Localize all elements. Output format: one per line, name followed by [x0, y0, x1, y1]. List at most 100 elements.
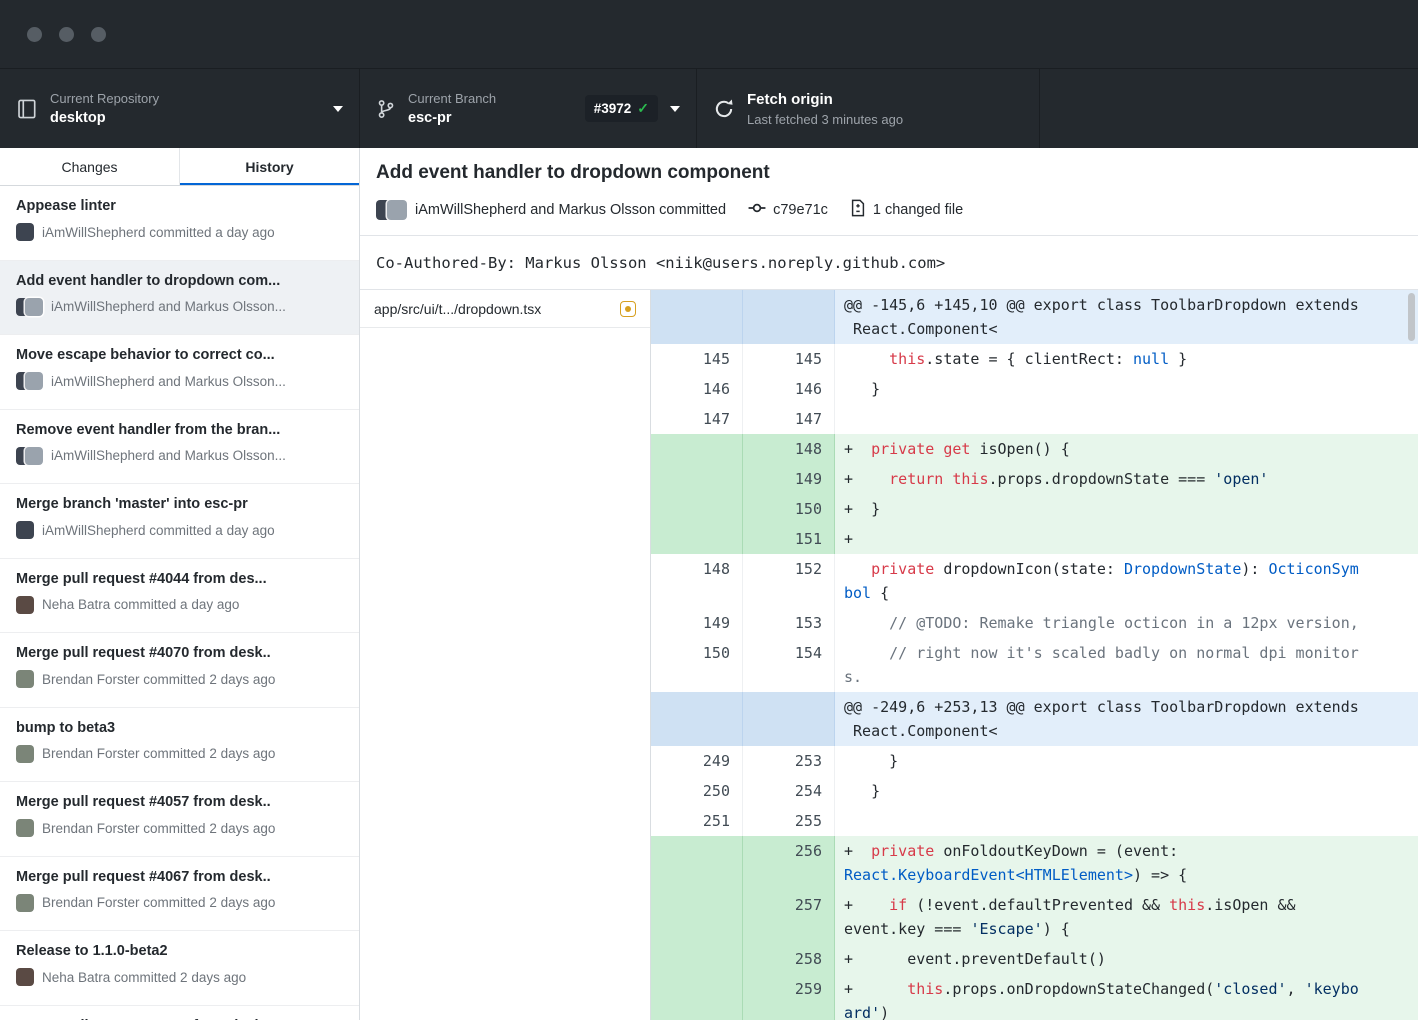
byline-text: iAmWillShepherd and Markus Olsson commit…: [415, 202, 726, 218]
diff-code-line: this.state = { clientRect: null }: [835, 344, 1418, 374]
commit-meta-text: iAmWillShepherd committed a day ago: [42, 225, 275, 240]
avatar: [16, 596, 34, 614]
diff-gutter-old-line: [651, 890, 743, 944]
avatar-group: [376, 200, 407, 220]
commit-meta-text: Brendan Forster committed 2 days ago: [42, 821, 275, 836]
commit-meta: Brendan Forster committed 2 days ago: [16, 670, 343, 688]
commit-list-item[interactable]: Merge pull request #4059 from desk..: [0, 1006, 359, 1020]
branch-name: esc-pr: [408, 110, 496, 127]
traffic-light-minimize[interactable]: [59, 27, 74, 42]
commit-meta-text: iAmWillShepherd and Markus Olsson...: [51, 448, 286, 463]
scrollbar-thumb[interactable]: [1408, 293, 1415, 341]
diff-code-line: @@ -145,6 +145,10 @@ export class Toolba…: [835, 290, 1418, 344]
avatar-group: [16, 894, 34, 912]
diff-code-line: private dropdownIcon(state: DropdownStat…: [835, 554, 1418, 608]
toolbar: Current Repository desktop Current Branc…: [0, 68, 1418, 148]
commit-meta: iAmWillShepherd and Markus Olsson...: [16, 372, 343, 390]
commit-list-item[interactable]: Merge pull request #4057 from desk..Bren…: [0, 782, 359, 857]
diff-gutter-new-line: 257: [743, 890, 835, 944]
branch-label: Current Branch: [408, 91, 496, 106]
diff-row-ctx: 149153 // @TODO: Remake triangle octicon…: [651, 608, 1418, 638]
traffic-light-zoom[interactable]: [91, 27, 106, 42]
avatar: [25, 298, 43, 316]
diff-gutter-old-line: [651, 692, 743, 746]
diff-gutter-old-line: [651, 974, 743, 1020]
repository-switcher[interactable]: Current Repository desktop: [0, 69, 360, 148]
commit-meta-text: Brendan Forster committed 2 days ago: [42, 746, 275, 761]
tab-history[interactable]: History: [180, 148, 359, 185]
avatar-group: [16, 745, 34, 763]
diff-row-ctx: 250254 }: [651, 776, 1418, 806]
diff-code-line: // @TODO: Remake triangle octicon in a 1…: [835, 608, 1418, 638]
diff-code-line: [835, 404, 1418, 434]
commit-list-item[interactable]: Move escape behavior to correct co...iAm…: [0, 335, 359, 410]
diff-gutter-new-line: 256: [743, 836, 835, 890]
commit-list-item[interactable]: bump to beta3Brendan Forster committed 2…: [0, 708, 359, 783]
commit-list-item[interactable]: Merge branch 'master' into esc-pr iAmWill…: [0, 484, 359, 559]
tab-changes[interactable]: Changes: [0, 148, 180, 185]
diff-gutter-old-line: 149: [651, 608, 743, 638]
diff-row-add: 259+ this.props.onDropdownStateChanged('…: [651, 974, 1418, 1020]
chevron-down-icon: [333, 106, 343, 112]
diff-row-add: 150+ }: [651, 494, 1418, 524]
diff-code-line: }: [835, 374, 1418, 404]
diff-code-line: @@ -249,6 +253,13 @@ export class Toolba…: [835, 692, 1418, 746]
commit-list-item[interactable]: Merge pull request #4070 from desk..Bren…: [0, 633, 359, 708]
branch-switcher[interactable]: Current Branch esc-pr #3972 ✓: [360, 69, 697, 148]
changed-files-count: 1 changed file: [873, 202, 963, 218]
avatar: [16, 819, 34, 837]
commit-list-item[interactable]: Merge pull request #4067 from desk..Bren…: [0, 857, 359, 932]
diff-code-line: +: [835, 524, 1418, 554]
commit-meta: Neha Batra committed 2 days ago: [16, 968, 343, 986]
diff-gutter-new-line: 154: [743, 638, 835, 692]
diff-row-ctx: 148152 private dropdownIcon(state: Dropd…: [651, 554, 1418, 608]
diff-gutter-new-line: 254: [743, 776, 835, 806]
modified-status-icon: [620, 301, 636, 317]
commit-list-item[interactable]: Remove event handler from the bran... iAm…: [0, 410, 359, 485]
commit-list-item[interactable]: Add event handler to dropdown com...iAmW…: [0, 261, 359, 336]
avatar-group: [16, 298, 43, 316]
diff-gutter-new-line: 259: [743, 974, 835, 1020]
window-titlebar: [0, 0, 1418, 68]
pull-request-badge: #3972 ✓: [585, 95, 658, 122]
file-list-item[interactable]: app/src/ui/t.../dropdown.tsx: [360, 290, 650, 328]
avatar-group: [16, 447, 43, 465]
repo-icon: [16, 98, 38, 120]
diff-code-line: }: [835, 746, 1418, 776]
diff-row-ctx: 249253 }: [651, 746, 1418, 776]
diff-gutter-new-line: [743, 290, 835, 344]
commit-meta: iAmWillShepherd committed a day ago: [16, 521, 343, 539]
commit-meta-text: Neha Batra committed a day ago: [42, 597, 239, 612]
diff-row-hunk: @@ -249,6 +253,13 @@ export class Toolba…: [651, 692, 1418, 746]
diff-row-ctx: 146146 }: [651, 374, 1418, 404]
commit-meta-text: iAmWillShepherd and Markus Olsson...: [51, 374, 286, 389]
commit-meta-text: Brendan Forster committed 2 days ago: [42, 895, 275, 910]
diff-gutter-new-line: 145: [743, 344, 835, 374]
diff-gutter-new-line: 147: [743, 404, 835, 434]
git-branch-icon: [376, 98, 396, 120]
avatar: [25, 447, 43, 465]
traffic-light-close[interactable]: [27, 27, 42, 42]
diff-gutter-old-line: 150: [651, 638, 743, 692]
diff-gutter-old-line: 249: [651, 746, 743, 776]
diff-gutter-new-line: 253: [743, 746, 835, 776]
file-diff-icon: [850, 199, 866, 221]
avatar: [16, 968, 34, 986]
commit-list-item[interactable]: Release to 1.1.0-beta2Neha Batra committ…: [0, 931, 359, 1006]
diff-row-ctx: 251255: [651, 806, 1418, 836]
commit-title: Merge branch 'master' into esc-pr: [16, 496, 343, 512]
commit-list-item[interactable]: Appease linteriAmWillShepherd committed …: [0, 186, 359, 261]
commit-meta: Brendan Forster committed 2 days ago: [16, 819, 343, 837]
commit-list-item[interactable]: Merge pull request #4044 from des...Neha…: [0, 559, 359, 634]
commit-title: Remove event handler from the bran...: [16, 422, 343, 438]
avatar-group: [16, 521, 34, 539]
diff-code-line: + return this.props.dropdownState === 'o…: [835, 464, 1418, 494]
diff-gutter-new-line: 151: [743, 524, 835, 554]
diff-gutter-old-line: [651, 836, 743, 890]
diff-gutter-new-line: 149: [743, 464, 835, 494]
diff-code-line: + if (!event.defaultPrevented && this.is…: [835, 890, 1418, 944]
pr-number: #3972: [594, 101, 632, 116]
diff-code-line: + }: [835, 494, 1418, 524]
diff-row-hunk: @@ -145,6 +145,10 @@ export class Toolba…: [651, 290, 1418, 344]
fetch-origin-button[interactable]: Fetch origin Last fetched 3 minutes ago: [697, 69, 1040, 148]
